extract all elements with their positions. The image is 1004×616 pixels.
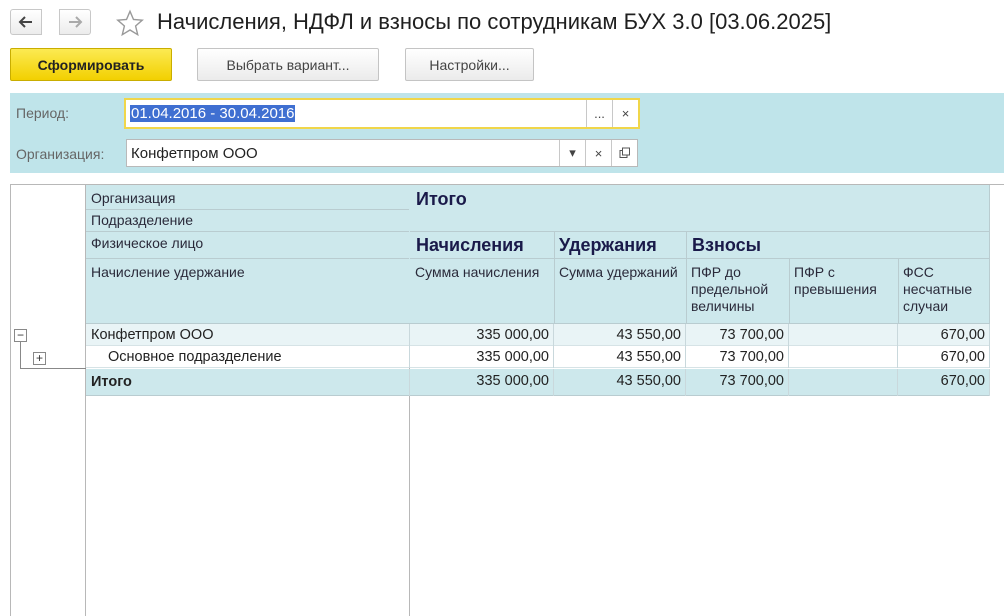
total-accrual-sum: 335 000,00 <box>410 369 554 396</box>
header-accruals: Начисления <box>416 235 524 255</box>
report-spreadsheet[interactable]: Организация Подразделение Физическое лиц… <box>10 184 1004 616</box>
organization-value[interactable]: Конфетпром ООО <box>127 145 559 162</box>
total-fss: 670,00 <box>898 369 990 396</box>
expand-toggle[interactable]: + <box>33 352 46 365</box>
row-pfr-limit: 73 700,00 <box>686 324 789 346</box>
row-name: Основное подразделение <box>86 346 410 368</box>
period-field[interactable]: 01.04.2016 - 30.04.2016 ... × <box>124 98 640 129</box>
organization-field[interactable]: Конфетпром ООО ▾ × <box>126 139 638 167</box>
header-deduction-sum: Сумма удержаний <box>559 264 678 280</box>
header-person: Физическое лицо <box>91 235 204 251</box>
period-clear-button[interactable]: × <box>612 100 638 127</box>
settings-button[interactable]: Настройки... <box>405 48 534 81</box>
row-fss: 670,00 <box>898 346 990 368</box>
total-deduction-sum: 43 550,00 <box>554 369 686 396</box>
row-pfr-limit: 73 700,00 <box>686 346 789 368</box>
row-name: Конфетпром ООО <box>86 324 410 346</box>
total-pfr-excess <box>789 369 898 396</box>
row-accrual-sum: 335 000,00 <box>410 346 554 368</box>
total-pfr-limit: 73 700,00 <box>686 369 789 396</box>
row-deduction-sum: 43 550,00 <box>554 324 686 346</box>
row-accrual-sum: 335 000,00 <box>410 324 554 346</box>
table-row[interactable]: Основное подразделение 335 000,00 43 550… <box>86 346 990 368</box>
window-title: Начисления, НДФЛ и взносы по сотрудникам… <box>157 9 832 34</box>
period-label: Период: <box>16 105 69 121</box>
table-row[interactable]: Конфетпром ООО 335 000,00 43 550,00 73 7… <box>86 324 990 346</box>
period-select-button[interactable]: ... <box>586 100 612 127</box>
total-row[interactable]: Итого 335 000,00 43 550,00 73 700,00 670… <box>86 369 990 396</box>
organization-label: Организация: <box>16 146 105 162</box>
total-row-name: Итого <box>86 369 410 396</box>
organization-clear-button[interactable]: × <box>585 140 611 166</box>
collapse-toggle[interactable]: − <box>14 329 27 342</box>
header-pfr-excess: ПФР с превышения <box>794 264 877 297</box>
arrow-right-icon <box>69 16 83 28</box>
row-pfr-excess <box>789 346 898 368</box>
generate-button[interactable]: Сформировать <box>10 48 172 81</box>
row-fss: 670,00 <box>898 324 990 346</box>
forward-button[interactable] <box>59 9 91 35</box>
header-pfr-limit: ПФР до предельной величины <box>691 264 769 314</box>
header-accrual-deduction: Начисление удержание <box>91 264 245 280</box>
row-pfr-excess <box>789 324 898 346</box>
organization-dropdown-button[interactable]: ▾ <box>559 140 585 166</box>
filter-panel: Период: 01.04.2016 - 30.04.2016 ... × Ор… <box>10 93 1004 173</box>
header-deductions: Удержания <box>559 235 657 255</box>
back-button[interactable] <box>10 9 42 35</box>
choose-variant-button[interactable]: Выбрать вариант... <box>197 48 379 81</box>
organization-open-button[interactable] <box>611 140 637 166</box>
period-value[interactable]: 01.04.2016 - 30.04.2016 <box>130 105 296 122</box>
arrow-left-icon <box>18 16 32 28</box>
header-total: Итого <box>416 189 467 209</box>
header-fss-accidents: ФСС несчатные случаи <box>903 264 973 314</box>
star-icon[interactable] <box>116 9 144 37</box>
header-contributions: Взносы <box>692 235 761 255</box>
row-deduction-sum: 43 550,00 <box>554 346 686 368</box>
open-window-icon <box>619 147 630 158</box>
header-accrual-sum: Сумма начисления <box>415 264 540 280</box>
header-subdivision: Подразделение <box>91 212 194 228</box>
header-organization: Организация <box>91 190 176 206</box>
